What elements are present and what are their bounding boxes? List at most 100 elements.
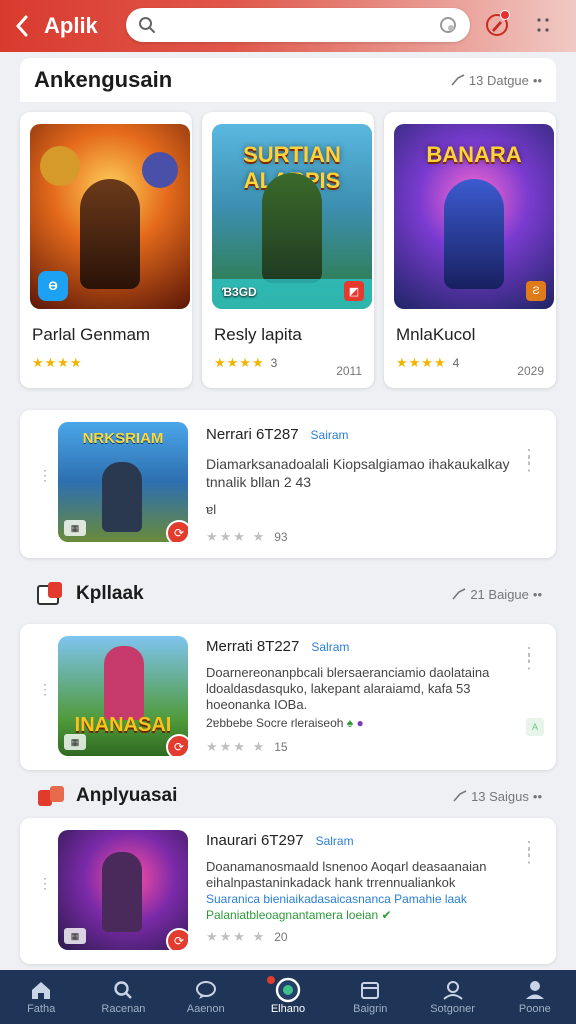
nav-label: Racenan — [101, 1002, 146, 1015]
list-item-info: Inaurari 6T297 Salram Doanamanosmaald ls… — [206, 832, 516, 945]
kebab-menu-icon[interactable]: ⋮ ⋮ — [520, 447, 538, 473]
more-dots-icon: •• — [532, 72, 542, 88]
rating-count: 20 — [274, 930, 288, 944]
game-name: Resly lapita — [214, 325, 302, 344]
kebab-menu-icon[interactable]: ⋮ ⋮ — [520, 839, 538, 865]
nav-label: Baigrin — [353, 1002, 388, 1015]
featured-tiles: Ɵ Parlal Genmam ★★★★ SURTIAN ALARPIS Ɓ3G… — [20, 112, 556, 388]
list-item-info: Nerrari 6T287 Sairam Diamarksanadoalali … — [206, 426, 516, 545]
grid-dots-icon — [537, 18, 549, 32]
search-input[interactable] — [164, 16, 438, 34]
game-tile[interactable]: BANARA Ƨ MnlaKucol ★★★★ 4 2029 — [384, 112, 556, 388]
hero-figure — [102, 852, 142, 932]
section-meta-text: 13 Saigus — [471, 788, 529, 804]
list-item[interactable]: ⋮ INANASAI ▦ ⟳ Merrati 8T227 Salram Doar… — [20, 624, 556, 770]
nav-item-calendar[interactable]: Baigrin — [329, 970, 411, 1024]
rating-count: 93 — [274, 530, 288, 544]
creature-figure — [40, 146, 80, 186]
drag-handle-icon[interactable]: ⋮ — [38, 682, 52, 696]
item-rating: ★★★ ★ 20 — [206, 929, 516, 945]
item-extra: 2ɐbbebe Socre rleraiseoh ♠ ● — [206, 715, 516, 731]
item-description: Diamarksanadoalali Kiopsalgiamao ihakauk… — [206, 456, 510, 490]
game-tile[interactable]: SURTIAN ALARPIS Ɓ3GD ◩ Resly lapita ★★★★… — [202, 112, 374, 388]
more-dots-icon: •• — [532, 586, 542, 602]
game-thumbnail: INANASAI ▦ ⟳ — [58, 636, 188, 756]
game-tile[interactable]: Ɵ Parlal Genmam ★★★★ — [20, 112, 192, 388]
item-rating: ★★★ ★ 15 — [206, 739, 516, 755]
item-title: Merrati 8T227 — [206, 638, 300, 655]
search-bar[interactable] — [126, 8, 470, 42]
notification-badge — [500, 10, 510, 20]
app-badge-icon: Ƨ — [526, 281, 546, 301]
search-icon — [113, 980, 133, 1000]
rating-count: 4 — [452, 356, 460, 370]
game-year: 2011 — [336, 364, 362, 378]
chat-icon — [195, 980, 217, 1000]
drag-handle-icon[interactable]: ⋮ — [38, 468, 52, 482]
list-item[interactable]: ⋮ NRKSRIAM ▦ ⟳ Nerrari 6T287 Sairam Diam… — [20, 410, 556, 558]
app-title: Aplik — [44, 13, 98, 38]
item-subline: Suaranica bieniaikadasaicasnanca Pamahie… — [206, 892, 467, 906]
item-highlight: Palaniatbleoagnantamera loeian ✔ — [206, 907, 516, 923]
list-item[interactable]: ⋮ ▦ ⟳ Inaurari 6T297 Salram Doanamanosma… — [20, 818, 556, 964]
home-icon — [30, 980, 52, 1000]
drag-handle-icon[interactable]: ⋮ — [38, 876, 52, 890]
section-title: Ankengusain — [34, 67, 173, 92]
app-header: Aplik — [0, 0, 576, 52]
section-meta[interactable]: 13 Saigus •• — [453, 789, 542, 804]
list-item-info: Merrati 8T227 Salram Doarnereonanpbcali … — [206, 638, 516, 755]
hero-figure — [444, 179, 504, 289]
section-header: Anplyuasai 13 Saigus •• — [20, 776, 556, 816]
section-header: Kpllaak 21 Baigue •• — [20, 574, 556, 614]
item-tag[interactable]: Sairam — [311, 428, 349, 442]
star-rating-icon: ★★★ ★ — [206, 739, 267, 754]
nav-label: Fatha — [27, 1002, 56, 1015]
section-meta-text: 21 Baigue — [470, 586, 529, 602]
nav-item-search[interactable]: Racenan — [82, 970, 164, 1024]
game-art: SURTIAN ALARPIS Ɓ3GD ◩ — [212, 124, 372, 309]
trend-icon — [453, 790, 467, 802]
item-tag[interactable]: Salram — [311, 640, 349, 654]
app-badge-icon: ⟳ — [166, 928, 188, 950]
nav-item-home[interactable]: Fatha — [0, 970, 82, 1024]
age-rating-icon: ▦ — [64, 928, 86, 944]
back-button[interactable] — [0, 0, 44, 52]
game-art-title: BANARA — [426, 142, 522, 167]
nav-item-games[interactable]: Elhano — [247, 970, 329, 1024]
nav-item-account[interactable]: Poone — [494, 970, 576, 1024]
kebab-menu-icon[interactable]: ⋮ ⋮ — [520, 645, 538, 671]
profile-icon — [442, 980, 464, 1000]
section-meta[interactable]: 13 Datgue •• — [451, 73, 542, 88]
star-rating-icon: ★★★★ — [32, 355, 83, 370]
item-extra-text: 2ɐbbebe Socre rleraiseoh — [206, 716, 344, 730]
calendar-icon — [360, 980, 380, 1000]
nav-label: Sotgoner — [430, 1002, 475, 1015]
notifications-button[interactable] — [482, 10, 512, 40]
chevron-left-icon — [15, 15, 28, 37]
search-icon — [139, 17, 155, 33]
app-badge-icon: ⟳ — [166, 520, 188, 542]
rating-count: 3 — [270, 356, 278, 370]
section-meta[interactable]: 21 Baigue •• — [452, 587, 542, 602]
voice-search-icon[interactable] — [438, 15, 458, 35]
star-rating-icon: ★★★ ★ — [206, 529, 267, 544]
games-icon — [275, 977, 301, 1002]
game-name: MnlaKucol — [396, 325, 476, 344]
check-icon: ✔ — [381, 908, 392, 922]
nav-badge — [266, 976, 275, 984]
featured-section-header: Ankengusain 13 Datgue •• — [20, 58, 556, 102]
item-description: Doanamanosmaald lsnenoo Aoqarl deasaanai… — [206, 859, 487, 890]
more-dots-icon: •• — [532, 788, 542, 804]
nav-item-profile[interactable]: Sotgoner — [411, 970, 493, 1024]
nav-item-chat[interactable]: Aaenon — [165, 970, 247, 1024]
hero-figure — [262, 173, 322, 283]
nav-label: Aaenon — [186, 1002, 225, 1015]
item-rating: ★★★ ★ 93 — [206, 529, 516, 545]
game-thumbnail: ▦ ⟳ — [58, 830, 188, 950]
more-button[interactable] — [528, 10, 558, 40]
game-art: Ɵ — [30, 124, 190, 309]
age-rating-icon: ▦ — [64, 520, 86, 536]
item-tag[interactable]: Salram — [316, 834, 354, 848]
app-badge-icon: ⟳ — [166, 734, 188, 756]
rating-count: 15 — [274, 740, 288, 754]
